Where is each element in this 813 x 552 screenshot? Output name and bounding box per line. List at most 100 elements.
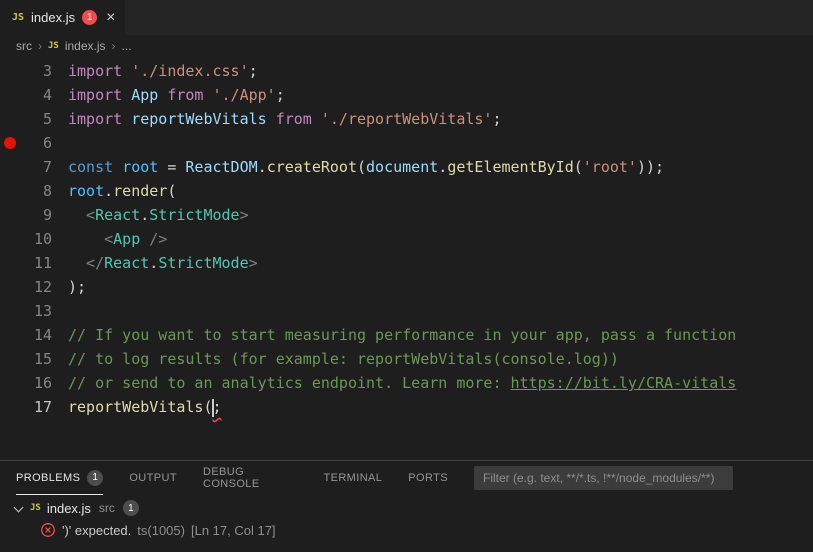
code-line[interactable]: 8root.render( — [0, 179, 813, 203]
code-text: // to log results (for example: reportWe… — [52, 347, 619, 371]
breadcrumb: src › JS index.js › ... — [0, 35, 813, 57]
code-line[interactable]: 12); — [0, 275, 813, 299]
tab-output-label: OUTPUT — [129, 472, 177, 484]
panel-tab-bar: PROBLEMS 1 OUTPUT DEBUG CONSOLE TERMINAL… — [0, 461, 813, 495]
code-token: ( — [574, 158, 583, 176]
glyph-margin — [0, 59, 20, 83]
code-token: > — [240, 206, 249, 224]
problems-file-row[interactable]: JS index.js src 1 — [0, 497, 813, 519]
code-line[interactable]: 15// to log results (for example: report… — [0, 347, 813, 371]
line-number: 6 — [20, 131, 52, 155]
line-number: 9 — [20, 203, 52, 227]
code-text: import reportWebVitals from './reportWeb… — [52, 107, 502, 131]
tab-label: index.js — [31, 10, 75, 25]
code-token: root — [68, 182, 104, 200]
problems-filter-input[interactable] — [474, 466, 733, 490]
tab-ports-label: PORTS — [408, 472, 448, 484]
problems-file-count-badge: 1 — [123, 500, 139, 516]
code-text: const root = ReactDOM.createRoot(documen… — [52, 155, 664, 179]
code-line[interactable]: 11 </React.StrictMode> — [0, 251, 813, 275]
code-text: </React.StrictMode> — [52, 251, 258, 275]
code-text: root.render( — [52, 179, 176, 203]
code-line[interactable]: 3import './index.css'; — [0, 59, 813, 83]
code-text: // If you want to start measuring perfor… — [52, 323, 736, 347]
code-line[interactable]: 5import reportWebVitals from './reportWe… — [0, 107, 813, 131]
code-line[interactable]: 17reportWebVitals(; — [0, 395, 813, 419]
tab-terminal[interactable]: TERMINAL — [323, 461, 382, 495]
line-number: 4 — [20, 83, 52, 107]
code-line[interactable]: 13 — [0, 299, 813, 323]
tab-error-count-badge: 1 — [82, 10, 97, 25]
code-line[interactable]: 4import App from './App'; — [0, 83, 813, 107]
code-token: import — [68, 62, 131, 80]
problem-position: [Ln 17, Col 17] — [191, 523, 276, 538]
tab-output[interactable]: OUTPUT — [129, 461, 177, 495]
glyph-margin — [0, 347, 20, 371]
code-token: ; — [276, 86, 285, 104]
code-text — [52, 131, 68, 155]
code-token: './App' — [213, 86, 276, 104]
code-token: from — [276, 110, 312, 128]
breadcrumb-item-file[interactable]: index.js — [65, 39, 106, 53]
problems-view: JS index.js src 1 ')' expected. ts(1005)… — [0, 495, 813, 541]
code-text: import './index.css'; — [52, 59, 258, 83]
code-token: ; — [249, 62, 258, 80]
close-icon[interactable]: × — [106, 10, 115, 26]
breakpoint-icon[interactable] — [0, 131, 20, 155]
problem-source: ts(1005) — [137, 523, 185, 538]
code-token: )); — [637, 158, 664, 176]
code-token: import — [68, 86, 131, 104]
code-token: render — [113, 182, 167, 200]
glyph-margin — [0, 107, 20, 131]
code-token: . — [140, 206, 149, 224]
line-number: 14 — [20, 323, 52, 347]
code-token: < — [68, 230, 113, 248]
code-line[interactable]: 9 <React.StrictMode> — [0, 203, 813, 227]
code-line[interactable]: 14 // If you want to start measuring perf… — [0, 323, 813, 347]
code-token: ( — [357, 158, 366, 176]
code-text: <App /> — [52, 227, 167, 251]
code-token: // If you want to start measuring perfor… — [68, 326, 736, 344]
tab-problems-label: PROBLEMS — [16, 472, 80, 484]
code-token: reportWebVitals — [68, 398, 203, 416]
javascript-file-icon: JS — [48, 41, 59, 51]
problem-row[interactable]: ')' expected. ts(1005) [Ln 17, Col 17] — [0, 519, 813, 541]
javascript-file-icon: JS — [12, 12, 24, 23]
code-token: createRoot — [267, 158, 357, 176]
code-token: ; — [492, 110, 501, 128]
breadcrumb-item-src[interactable]: src — [16, 39, 32, 53]
code-line[interactable]: 16// or send to an analytics endpoint. L… — [0, 371, 813, 395]
code-editor[interactable]: 3import './index.css';4import App from '… — [0, 57, 813, 460]
code-text: ); — [52, 275, 86, 299]
line-number: 15 — [20, 347, 52, 371]
glyph-margin — [0, 155, 20, 179]
line-number: 10 — [20, 227, 52, 251]
code-line[interactable]: 10 <App /> — [0, 227, 813, 251]
tab-problems[interactable]: PROBLEMS 1 — [16, 461, 103, 495]
code-token: https://bit.ly/CRA-vitals — [511, 374, 737, 392]
line-number: 7 — [20, 155, 52, 179]
code-token: < — [68, 206, 95, 224]
code-text: <React.StrictMode> — [52, 203, 249, 227]
tab-ports[interactable]: PORTS — [408, 461, 448, 495]
tab-index-js[interactable]: JS index.js 1 × — [0, 0, 125, 35]
code-token: /> — [140, 230, 167, 248]
line-number: 8 — [20, 179, 52, 203]
glyph-margin — [0, 323, 20, 347]
code-token — [312, 110, 321, 128]
chevron-down-icon[interactable] — [12, 502, 24, 514]
code-token: React — [95, 206, 140, 224]
code-text — [52, 299, 68, 323]
code-line[interactable]: 7const root = ReactDOM.createRoot(docume… — [0, 155, 813, 179]
breadcrumb-item-symbol[interactable]: ... — [122, 39, 132, 53]
glyph-margin — [0, 227, 20, 251]
code-token: const — [68, 158, 122, 176]
code-line[interactable]: 6 — [0, 131, 813, 155]
glyph-margin — [0, 179, 20, 203]
glyph-margin — [0, 203, 20, 227]
code-token: ReactDOM — [185, 158, 257, 176]
tab-debug-console[interactable]: DEBUG CONSOLE — [203, 461, 298, 495]
code-token: 'root' — [583, 158, 637, 176]
code-token: </ — [68, 254, 104, 272]
glyph-margin — [0, 371, 20, 395]
